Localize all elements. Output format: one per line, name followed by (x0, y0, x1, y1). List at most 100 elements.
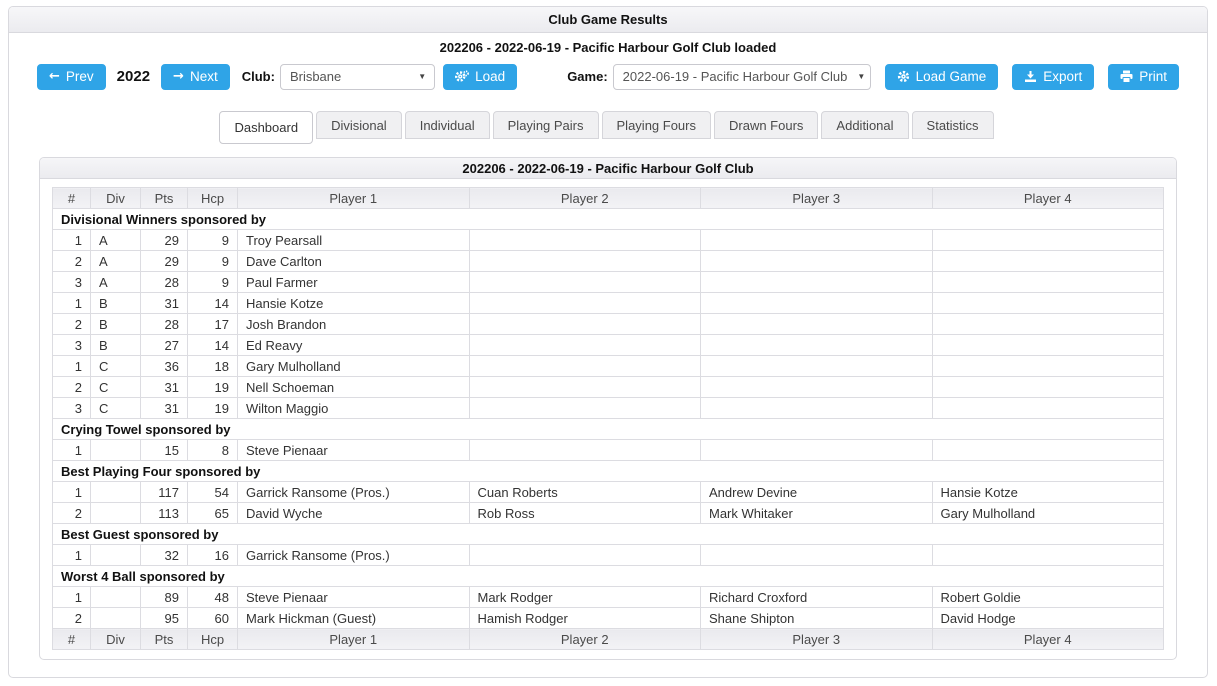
table-cell: 36 (140, 355, 188, 377)
table-cell: Shane Shipton (700, 607, 933, 629)
table-row: 1 32 16 Garrick Ransome (Pros.) (52, 544, 1164, 566)
cogs-icon (455, 70, 470, 83)
table-cell: David Hodge (931, 607, 1164, 629)
column-header: Pts (140, 628, 188, 650)
tab-divisional[interactable]: Divisional (316, 111, 402, 139)
export-label: Export (1043, 69, 1083, 84)
table-cell: 48 (187, 586, 238, 608)
table-cell (468, 334, 701, 356)
table-row: 3 A 28 9 Paul Farmer (52, 271, 1164, 293)
game-select[interactable]: 2022-06-19 - Pacific Harbour Golf Club ▼ (612, 63, 871, 90)
column-header: Player 4 (931, 628, 1164, 650)
table-cell: Ed Reavy (237, 334, 470, 356)
section-heading-row: Crying Towel sponsored by (52, 418, 1164, 440)
table-cell: 8 (187, 439, 238, 461)
table-cell: 28 (140, 313, 188, 335)
table-cell: Andrew Devine (700, 481, 933, 503)
table-row: 1 A 29 9 Troy Pearsall (52, 229, 1164, 251)
load-club-button[interactable]: Load (443, 63, 518, 90)
table-cell: 31 (140, 376, 188, 398)
table-cell (700, 334, 933, 356)
table-row: 2 C 31 19 Nell Schoeman (52, 376, 1164, 398)
table-cell: 3 (52, 271, 91, 293)
table-cell (468, 439, 701, 461)
table-cell: 14 (187, 334, 238, 356)
table-cell: 17 (187, 313, 238, 335)
results-table: # Div Pts Hcp Player 1 Player 2 Player 3 Player… (52, 187, 1164, 650)
table-cell: Garrick Ransome (Pros.) (237, 481, 470, 503)
section-heading: Divisional Winners sponsored by (52, 208, 1164, 230)
table-cell (468, 313, 701, 335)
download-icon (1024, 70, 1037, 83)
table-cell: B (90, 334, 141, 356)
table-row: 1 117 54 Garrick Ransome (Pros.) Cuan Robert… (52, 481, 1164, 503)
table-cell: 18 (187, 355, 238, 377)
table-cell: 95 (140, 607, 188, 629)
toolbar: ← Prev 2022 → Next Club: Brisbane ▼ Load… (37, 63, 1179, 90)
table-cell: 117 (140, 481, 188, 503)
tab-statistics[interactable]: Statistics (911, 111, 994, 139)
club-game-results-panel: Club Game Results 202206 - 2022-06-19 - … (8, 6, 1208, 678)
table-cell (90, 607, 141, 629)
game-results-title: 202206 - 2022-06-19 - Pacific Harbour Go… (40, 158, 1176, 179)
prev-year-label: Prev (65, 69, 94, 84)
table-cell: 32 (140, 544, 188, 566)
table-cell (700, 355, 933, 377)
table-cell: Mark Hickman (Guest) (237, 607, 470, 629)
table-cell: Steve Pienaar (237, 439, 470, 461)
table-cell (700, 439, 933, 461)
table-row: 2 A 29 9 Dave Carlton (52, 250, 1164, 272)
print-button[interactable]: Print (1108, 63, 1179, 90)
tab-dashboard[interactable]: Dashboard (219, 111, 314, 144)
table-cell: 89 (140, 586, 188, 608)
prev-year-button[interactable]: ← Prev (37, 63, 106, 90)
table-cell: 54 (187, 481, 238, 503)
table-cell (90, 544, 141, 566)
table-row: 1 89 48 Steve Pienaar Mark Rodger Richard Cro… (52, 586, 1164, 608)
tab-drawn-fours[interactable]: Drawn Fours (714, 111, 819, 139)
table-cell: 2 (52, 607, 91, 629)
table-cell (700, 292, 933, 314)
table-cell: Hamish Rodger (468, 607, 701, 629)
table-cell: 27 (140, 334, 188, 356)
export-button[interactable]: Export (1012, 63, 1095, 90)
table-row: 3 B 27 14 Ed Reavy (52, 334, 1164, 356)
table-cell: A (90, 229, 141, 251)
section-heading-row: Divisional Winners sponsored by (52, 208, 1164, 230)
load-club-label: Load (475, 69, 506, 84)
table-cell: Richard Croxford (700, 586, 933, 608)
table-cell (468, 292, 701, 314)
table-cell: 29 (140, 229, 188, 251)
table-cell (931, 250, 1164, 272)
page-title: Club Game Results (9, 7, 1207, 33)
loaded-game-subtitle: 202206 - 2022-06-19 - Pacific Harbour Go… (439, 40, 777, 55)
table-cell: Dave Carlton (237, 250, 470, 272)
column-header: # (52, 187, 91, 209)
tab-additional[interactable]: Additional (821, 111, 909, 139)
next-year-button[interactable]: → Next (161, 63, 230, 90)
table-cell (468, 397, 701, 419)
column-header: Player 2 (468, 628, 701, 650)
table-cell: Gary Mulholland (931, 502, 1164, 524)
table-cell (700, 271, 933, 293)
load-game-button[interactable]: Load Game (884, 63, 999, 90)
column-header: Div (90, 628, 141, 650)
results-tab-bar: Dashboard Divisional Individual Playing Pai… (9, 111, 1207, 144)
current-year: 2022 (116, 68, 151, 85)
table-cell: 31 (140, 292, 188, 314)
table-cell: Josh Brandon (237, 313, 470, 335)
table-cell: 2 (52, 250, 91, 272)
tab-individual[interactable]: Individual (404, 111, 490, 139)
tab-playing-fours[interactable]: Playing Fours (601, 111, 711, 139)
table-cell: 2 (52, 313, 91, 335)
table-cell (931, 397, 1164, 419)
table-cell: Gary Mulholland (237, 355, 470, 377)
table-cell: 9 (187, 250, 238, 272)
table-cell (931, 229, 1164, 251)
table-cell: Cuan Roberts (468, 481, 701, 503)
club-select[interactable]: Brisbane ▼ (279, 63, 436, 90)
tab-playing-pairs[interactable]: Playing Pairs (492, 111, 599, 139)
game-results-panel: 202206 - 2022-06-19 - Pacific Harbour Go… (39, 157, 1177, 660)
table-cell: Steve Pienaar (237, 586, 470, 608)
game-label: Game: (567, 69, 608, 84)
